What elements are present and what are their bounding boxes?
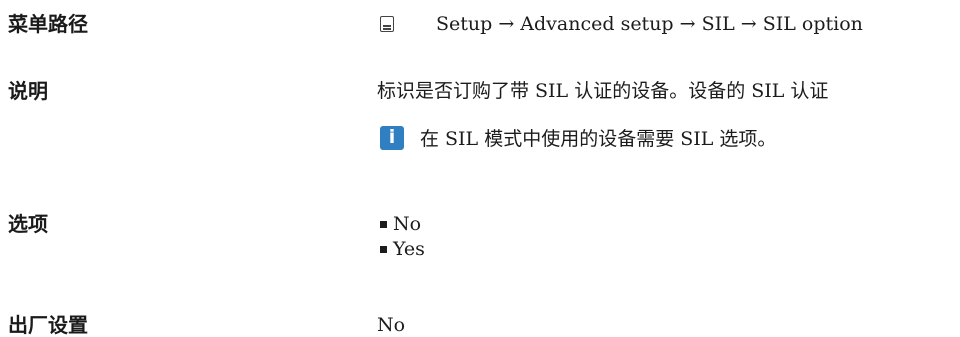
menu-path-text: Setup → Advanced setup → SIL → SIL optio… [436,13,863,35]
factory-setting-label: 出厂设置 [8,313,88,337]
list-item: No [380,212,425,237]
description-label: 说明 [8,79,48,103]
options-label: 选项 [8,212,48,236]
bullet-icon [380,221,387,228]
info-icon: i [380,125,404,150]
list-item: Yes [380,237,425,262]
menu-path-label: 菜单路径 [8,12,88,36]
description-note: i 在 SIL 模式中使用的设备需要 SIL 选项。 [377,124,776,151]
factory-setting-value: No [377,314,406,336]
options-list: No Yes [380,212,425,262]
menu-path-row: Setup → Advanced setup → SIL → SIL optio… [377,11,863,37]
bullet-icon [380,246,387,253]
option-label: Yes [393,238,425,260]
display-module-icon [380,16,394,32]
description-text: 标识是否订购了带 SIL 认证的设备。设备的 SIL 认证 [377,80,829,102]
note-text: 在 SIL 模式中使用的设备需要 SIL 选项。 [420,128,777,150]
option-label: No [393,213,422,235]
